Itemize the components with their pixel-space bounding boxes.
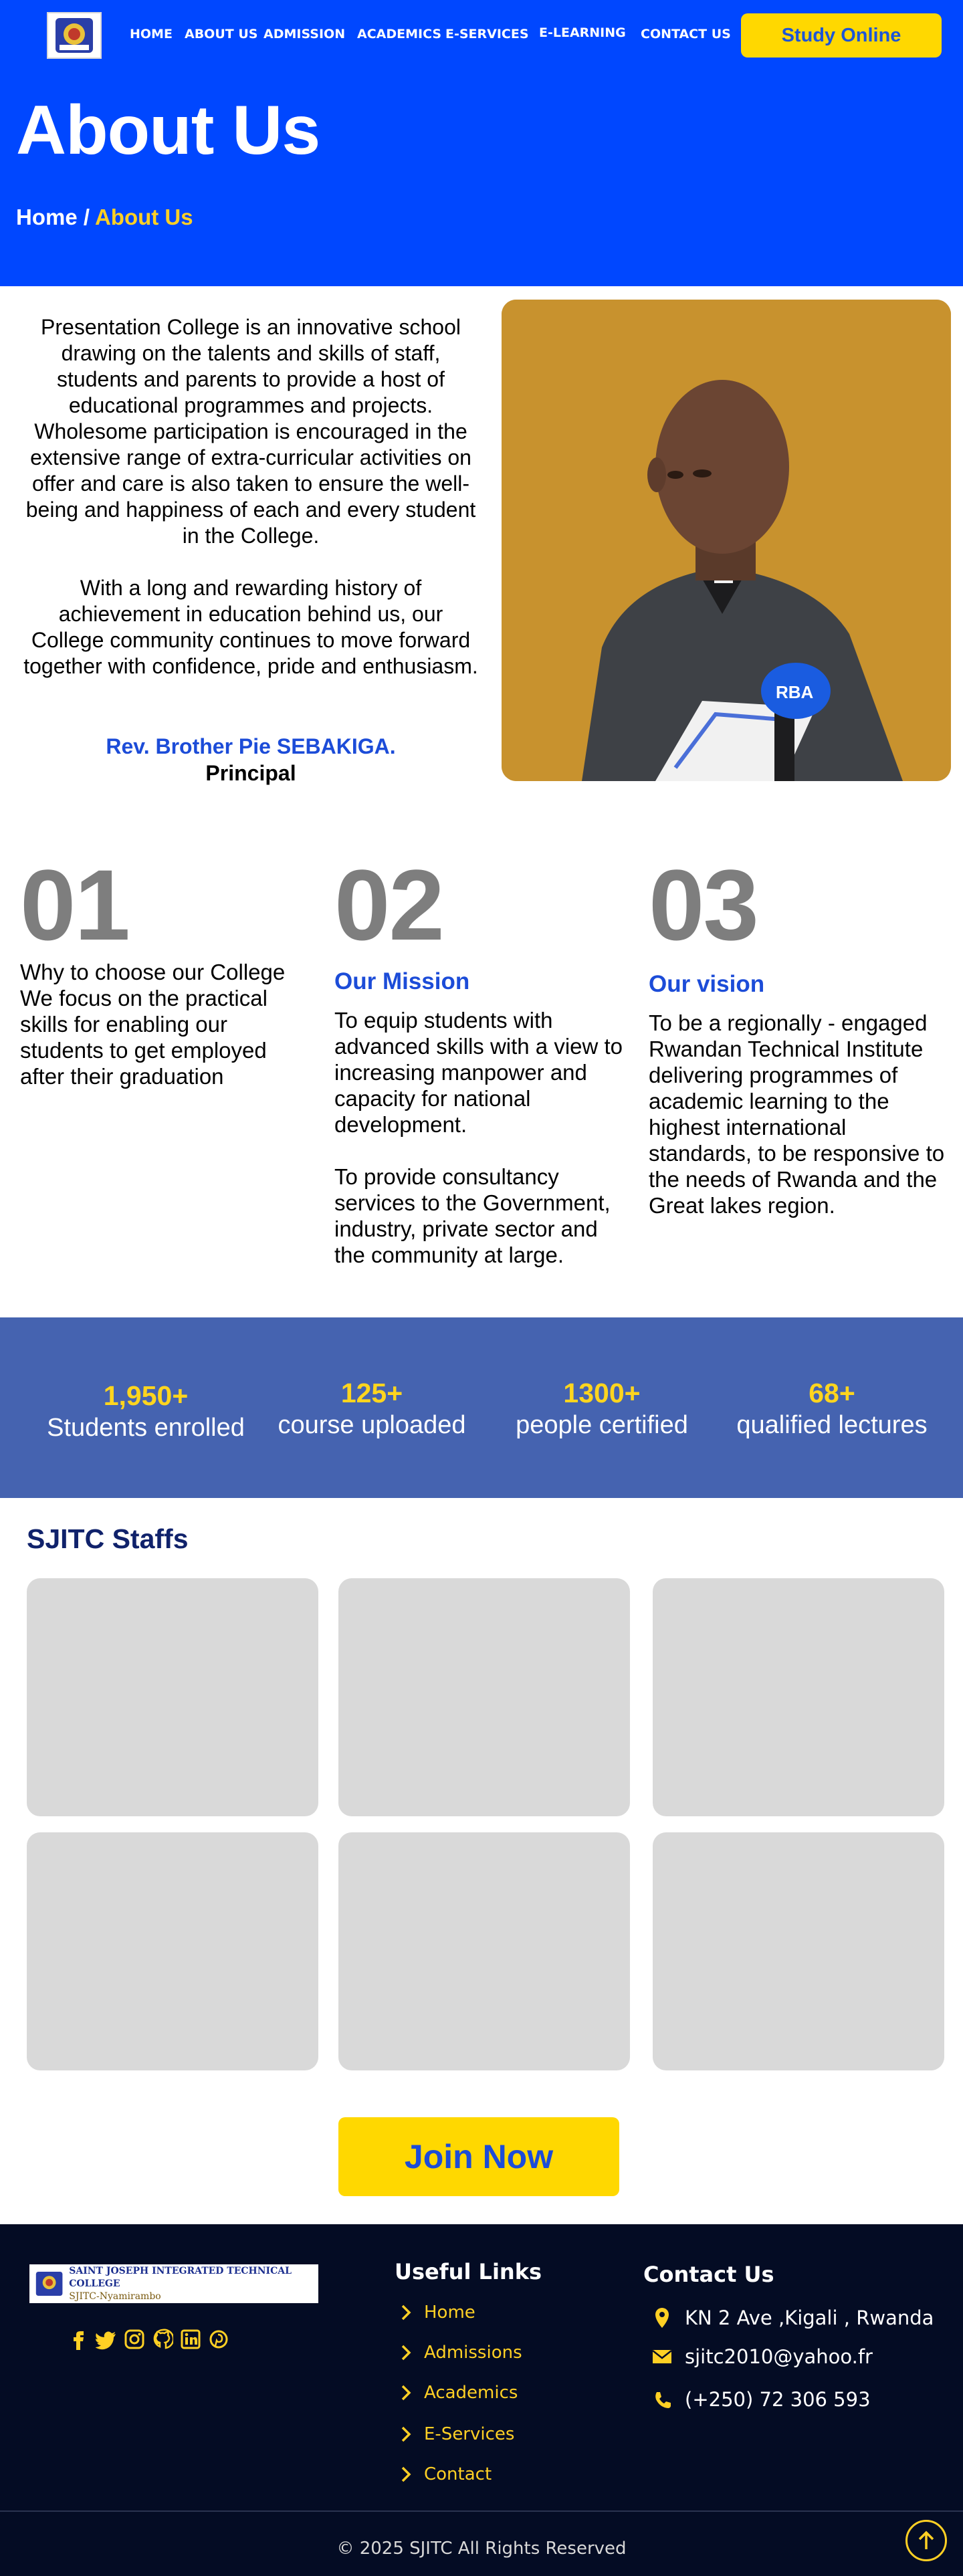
- breadcrumb-separator: /: [77, 205, 95, 229]
- staff-section-title: SJITC Staffs: [27, 1523, 189, 1554]
- column-number-01: 01: [20, 849, 130, 961]
- chevron-right-icon: [401, 2426, 411, 2442]
- college-logo[interactable]: [47, 12, 102, 59]
- join-now-button[interactable]: Join Now: [338, 2117, 619, 2196]
- why-choose-text: Why to choose our College We focus on th…: [20, 960, 286, 1089]
- useful-links-heading: Useful Links: [395, 2259, 542, 2284]
- contact-heading: Contact Us: [643, 2262, 774, 2287]
- staff-card[interactable]: [338, 1578, 630, 1816]
- stat-certified: 1300+ people certified: [488, 1376, 716, 1440]
- nav-admission[interactable]: ADMISSION: [263, 27, 345, 47]
- contact-phone[interactable]: (+250) 72 306 593: [651, 2385, 871, 2414]
- twitter-icon[interactable]: [94, 2325, 119, 2354]
- stat-label: course uploaded: [278, 1411, 466, 1439]
- contact-phone-text: (+250) 72 306 593: [685, 2388, 871, 2411]
- footer-link-label: E-Services: [424, 2424, 515, 2444]
- principal-message: Presentation College is an innovative sc…: [20, 314, 481, 706]
- envelope-icon: [652, 2350, 672, 2363]
- nav-e-services[interactable]: E-SERVICES: [445, 27, 529, 47]
- mission-text-1: To equip students with advanced skills w…: [334, 1008, 623, 1137]
- contact-email[interactable]: sjitc2010@yahoo.fr: [651, 2342, 873, 2371]
- message-paragraph-2: With a long and rewarding history of ach…: [23, 576, 478, 678]
- footer-divider: [0, 2510, 963, 2512]
- mission-heading: Our Mission: [334, 968, 470, 994]
- contact-address: KN 2 Ave ,Kigali , Rwanda: [651, 2303, 934, 2333]
- principal-name: Rev. Brother Pie SEBAKIGA.: [106, 734, 396, 758]
- breadcrumb: Home / About Us: [16, 205, 193, 230]
- footer-link-contact[interactable]: Contact: [399, 2461, 492, 2488]
- scroll-to-top-button[interactable]: [905, 2520, 947, 2561]
- stat-students: 1,950+ Students enrolled: [32, 1379, 259, 1443]
- stat-value: 68+: [809, 1378, 855, 1408]
- footer-logo-subtitle: SJITC-Nyamirambo: [69, 2290, 161, 2302]
- principal-photo: RBA: [502, 300, 951, 781]
- nav-e-learning[interactable]: E-LEARNING: [539, 25, 626, 45]
- footer-link-label: Academics: [424, 2383, 518, 2403]
- footer-link-home[interactable]: Home: [399, 2299, 475, 2326]
- stat-courses: 125+ course uploaded: [258, 1376, 486, 1440]
- vision-heading: Our vision: [649, 971, 765, 997]
- staff-card[interactable]: [27, 1832, 318, 2070]
- top-navbar: HOME ABOUT US ADMISSION ACADEMICS E-SERV…: [0, 0, 963, 71]
- staff-card[interactable]: [653, 1578, 944, 1816]
- mission-text-2: To provide consultancy services to the G…: [334, 1164, 611, 1267]
- message-paragraph-1: Presentation College is an innovative sc…: [25, 315, 476, 548]
- footer-link-academics[interactable]: Academics: [399, 2379, 518, 2406]
- chevron-right-icon: [401, 2466, 411, 2482]
- nav-about-us[interactable]: ABOUT US: [185, 27, 257, 47]
- column-number-02: 02: [334, 849, 445, 961]
- nav-home[interactable]: HOME: [130, 27, 173, 47]
- crest-icon: [35, 2271, 63, 2296]
- chevron-right-icon: [401, 2385, 411, 2401]
- svg-text:RBA: RBA: [776, 682, 814, 702]
- stat-value: 1300+: [563, 1378, 641, 1408]
- copyright-text: © 2025 SJITC All Rights Reserved: [336, 2539, 627, 2559]
- staff-card[interactable]: [338, 1832, 630, 2070]
- page-title: About Us: [16, 92, 320, 169]
- page-hero: About Us Home / About Us: [0, 71, 963, 286]
- pinterest-icon[interactable]: [206, 2325, 231, 2354]
- nav-contact-us[interactable]: CONTACT US: [641, 27, 731, 47]
- social-links: [66, 2325, 231, 2354]
- facebook-icon[interactable]: [66, 2325, 91, 2354]
- study-online-button[interactable]: Study Online: [741, 13, 942, 58]
- column-number-03: 03: [649, 849, 759, 961]
- stat-value: 1,950+: [103, 1380, 189, 1411]
- github-icon[interactable]: [150, 2325, 175, 2354]
- instagram-icon[interactable]: [122, 2325, 147, 2354]
- contact-email-text: sjitc2010@yahoo.fr: [685, 2345, 873, 2368]
- footer-link-label: Home: [424, 2302, 475, 2323]
- principal-role: Principal: [205, 761, 296, 785]
- contact-address-text: KN 2 Ave ,Kigali , Rwanda: [685, 2306, 934, 2329]
- phone-icon: [655, 2392, 671, 2408]
- arrow-up-icon: [918, 2531, 934, 2549]
- staff-card[interactable]: [653, 1832, 944, 2070]
- footer-link-e-services[interactable]: E-Services: [399, 2421, 514, 2448]
- footer-link-label: Admissions: [424, 2343, 522, 2363]
- breadcrumb-current: About Us: [94, 205, 193, 229]
- chevron-right-icon: [401, 2304, 411, 2321]
- footer-logo-name: SAINT JOSEPH INTEGRATED TECHNICAL COLLEG…: [69, 2265, 292, 2289]
- staff-card[interactable]: [27, 1578, 318, 1816]
- footer-link-admissions[interactable]: Admissions: [399, 2339, 522, 2366]
- stat-label: people certified: [516, 1411, 688, 1439]
- breadcrumb-home[interactable]: Home: [16, 205, 78, 229]
- stats-band: 1,950+ Students enrolled 125+ course upl…: [0, 1317, 963, 1498]
- vision-text: To be a regionally - engaged Rwandan Tec…: [649, 1010, 945, 1218]
- footer-link-label: Contact: [424, 2464, 492, 2484]
- map-pin-icon: [655, 2308, 669, 2328]
- footer-logo[interactable]: SAINT JOSEPH INTEGRATED TECHNICAL COLLEG…: [29, 2264, 318, 2303]
- crest-icon: [56, 18, 93, 53]
- nav-academics[interactable]: ACADEMICS: [357, 27, 441, 47]
- stat-label: qualified lectures: [736, 1411, 928, 1439]
- site-footer: SAINT JOSEPH INTEGRATED TECHNICAL COLLEG…: [0, 2224, 963, 2576]
- stat-label: Students enrolled: [47, 1414, 245, 1442]
- linkedin-icon[interactable]: [178, 2325, 203, 2354]
- stat-value: 125+: [340, 1378, 403, 1408]
- stat-lecturers: 68+ qualified lectures: [718, 1376, 946, 1440]
- chevron-right-icon: [401, 2345, 411, 2361]
